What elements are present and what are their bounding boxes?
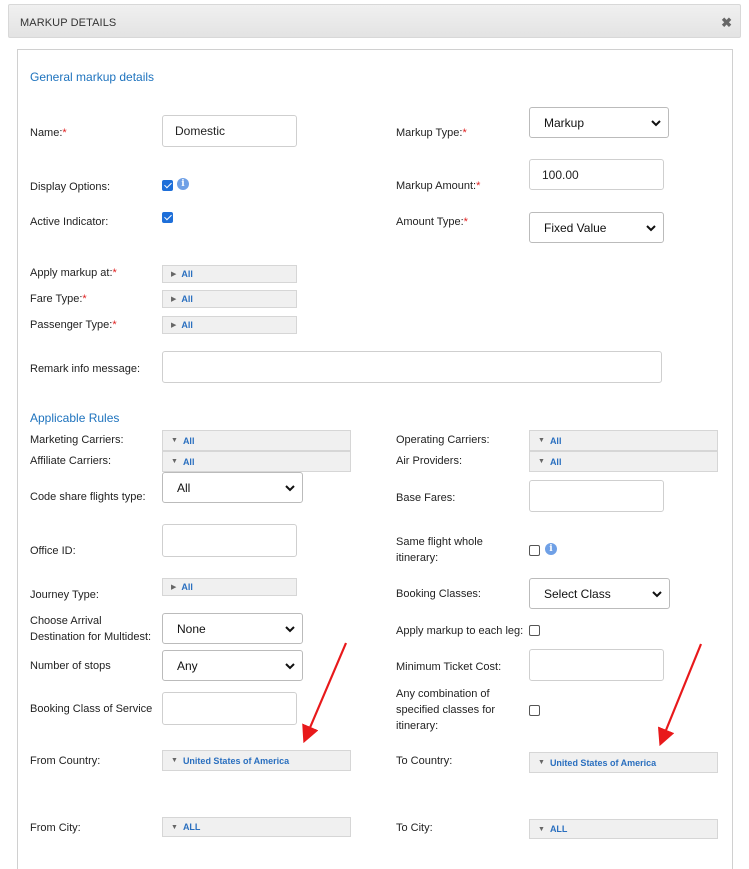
- arrow-to-country: [657, 643, 703, 747]
- arrow-from-country: [302, 642, 348, 744]
- annotation-arrows: [302, 642, 703, 747]
